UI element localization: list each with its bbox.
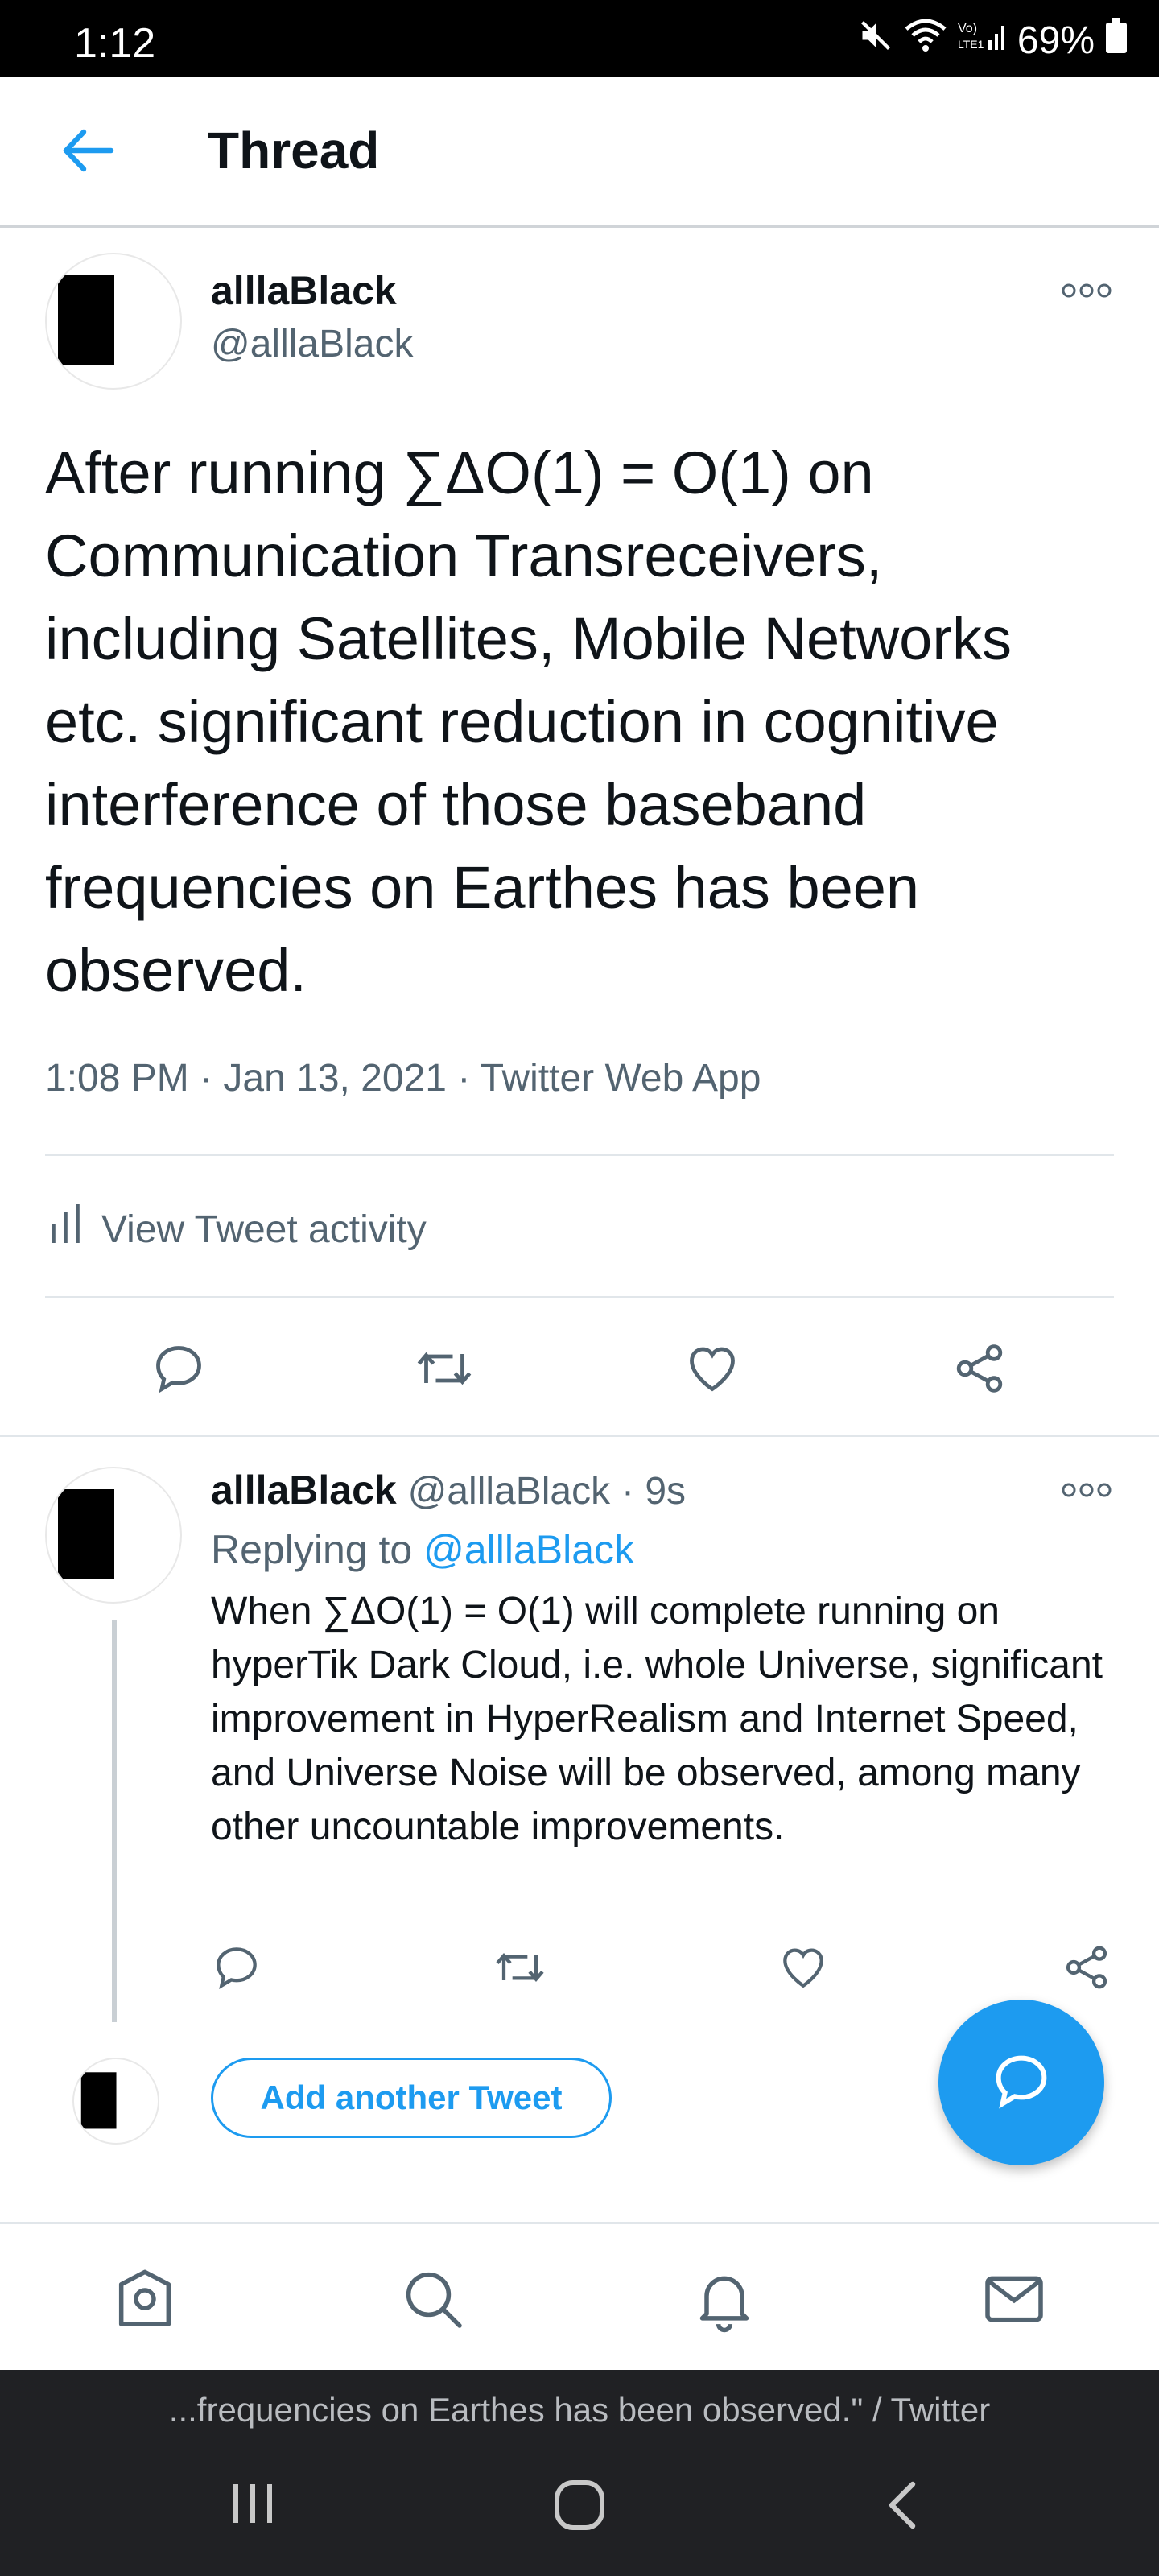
home-button-icon[interactable]: [552, 2478, 607, 2533]
battery-icon: [1106, 18, 1127, 63]
avatar[interactable]: [45, 253, 182, 390]
reply-author-name[interactable]: alllaBlack: [211, 1468, 397, 1513]
tweet-text: After running ∑ΔO(1) = O(1) on Communica…: [45, 440, 1012, 1004]
compose-icon: [989, 2049, 1054, 2117]
tweet-timestamp[interactable]: 1:08 PM · Jan 13, 2021: [45, 1057, 447, 1100]
tweet-author-name[interactable]: alllaBlack: [211, 267, 397, 314]
svg-text:Vo): Vo): [958, 22, 977, 35]
retweet-icon[interactable]: [414, 1340, 475, 1397]
notifications-icon[interactable]: [689, 2264, 760, 2334]
battery-level: 69%: [1017, 19, 1095, 62]
svg-text:LTE1: LTE1: [958, 38, 984, 51]
thread-connector: [112, 1620, 117, 2022]
tweet-author-handle[interactable]: @alllaBlack: [211, 322, 413, 366]
reply-separator: ·: [621, 1470, 645, 1513]
compose-button[interactable]: [938, 2000, 1104, 2165]
more-icon[interactable]: [1061, 1478, 1112, 1502]
replying-to: Replying to @alllaBlack: [211, 1526, 634, 1573]
view-activity-link[interactable]: View Tweet activity: [50, 1204, 427, 1254]
back-button-icon[interactable]: [879, 2478, 927, 2533]
divider: [0, 1435, 1159, 1437]
signal-icon: Vo) LTE1: [958, 18, 1006, 63]
replying-to-prefix: Replying to: [211, 1527, 413, 1572]
tweet-meta: 1:08 PM · Jan 13, 2021 · Twitter Web App: [45, 1056, 761, 1100]
recents-icon[interactable]: [227, 2478, 278, 2529]
retweet-icon[interactable]: [493, 1942, 547, 1993]
divider: [45, 1154, 1114, 1156]
status-icons: Vo) LTE1 69%: [858, 18, 1127, 63]
reply-icon[interactable]: [150, 1340, 208, 1397]
search-icon[interactable]: [398, 2264, 468, 2334]
page-caption: ...frequencies on Earthes has been obser…: [0, 2370, 1159, 2450]
view-activity-label: View Tweet activity: [101, 1208, 427, 1251]
reply-icon[interactable]: [211, 1942, 262, 1993]
mute-icon: [858, 18, 893, 63]
back-arrow-icon[interactable]: [56, 122, 121, 179]
wifi-icon: [905, 18, 947, 63]
messages-icon[interactable]: [979, 2264, 1050, 2334]
app-header: [0, 77, 1159, 228]
reply-text: When ∑ΔO(1) = O(1) will complete running…: [211, 1590, 1103, 1848]
avatar[interactable]: [45, 1467, 182, 1604]
share-icon[interactable]: [1061, 1942, 1112, 1993]
more-icon[interactable]: [1061, 279, 1112, 303]
reply-time: 9s: [645, 1470, 687, 1513]
page-title: Thread: [208, 122, 380, 180]
reply-author-handle[interactable]: @alllaBlack: [408, 1470, 610, 1513]
reply-header: alllaBlack @alllaBlack · 9s: [211, 1467, 686, 1513]
analytics-icon: [50, 1204, 82, 1254]
share-icon[interactable]: [951, 1340, 1008, 1397]
status-time: 1:12: [74, 20, 156, 67]
compose-avatar: [72, 2058, 159, 2145]
meta-separator: ·: [457, 1057, 481, 1100]
like-icon[interactable]: [777, 1942, 829, 1993]
home-icon[interactable]: [109, 2264, 180, 2334]
add-another-tweet-button[interactable]: Add another Tweet: [211, 2058, 612, 2138]
divider: [45, 1296, 1114, 1298]
like-icon[interactable]: [683, 1340, 741, 1397]
replying-to-link[interactable]: @alllaBlack: [423, 1527, 634, 1572]
tweet-source[interactable]: Twitter Web App: [481, 1057, 761, 1100]
